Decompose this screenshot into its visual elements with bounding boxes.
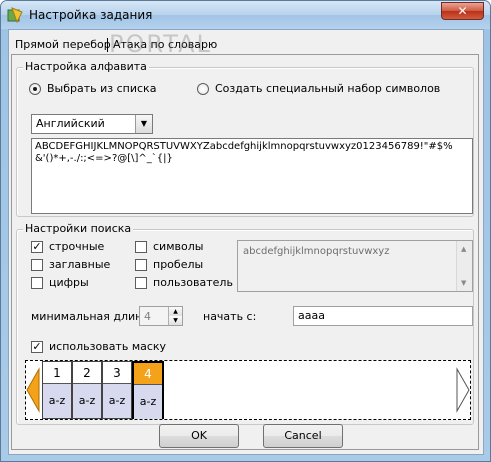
alphabet-group-title: Настройка алфавита: [23, 60, 149, 73]
language-select-value: Английский: [36, 117, 105, 130]
checkbox-symbols[interactable]: символы: [135, 240, 203, 253]
checkbox-box: [135, 258, 147, 271]
checkbox-uppercase[interactable]: заглавные: [31, 258, 110, 271]
min-length-stepper[interactable]: 4 ▲ ▼: [139, 306, 183, 326]
mask-cell[interactable]: 2 a-z: [72, 361, 102, 419]
mask-cell[interactable]: 1 a-z: [42, 361, 72, 419]
checkbox-lowercase[interactable]: ✓ строчные: [31, 240, 104, 253]
window-title: Настройка задания: [29, 8, 153, 22]
tab-dictionary-attack[interactable]: Атака по словарю: [109, 34, 221, 56]
checkbox-box: [31, 258, 43, 271]
checkbox-label: использовать маску: [49, 340, 167, 353]
search-group-title: Настройки поиска: [23, 222, 134, 235]
stepper-down-icon[interactable]: ▼: [169, 316, 182, 325]
chevron-down-icon[interactable]: ▼: [135, 115, 152, 133]
start-from-value: aaaa: [298, 309, 325, 322]
checkbox-user[interactable]: пользователь: [135, 276, 233, 289]
arrow-right-icon[interactable]: [456, 361, 470, 419]
cancel-button[interactable]: Cancel: [263, 424, 343, 448]
language-select[interactable]: Английский ▼: [31, 114, 153, 134]
arrow-left-icon[interactable]: [26, 361, 40, 419]
radio-label: Создать специальный набор символов: [215, 82, 441, 95]
preview-scrollbar[interactable]: ▲ ▼: [456, 241, 472, 291]
tab-divider: [107, 38, 108, 52]
checkbox-use-mask[interactable]: ✓ использовать маску: [31, 340, 166, 353]
alphabet-group: Настройка алфавита Выбрать из списка Соз…: [16, 60, 474, 217]
tab-brute-force[interactable]: Прямой перебор: [11, 34, 115, 56]
checkbox-label: заглавные: [49, 258, 111, 271]
checkbox-label: пользователь: [153, 276, 233, 289]
checkbox-box: [135, 276, 147, 289]
mask-cell-range: a-z: [134, 385, 162, 419]
checkbox-box: [135, 240, 147, 253]
close-button[interactable]: ✕: [441, 2, 484, 20]
radio-custom-charset[interactable]: Создать специальный набор символов: [197, 82, 440, 95]
start-from-label: начать с:: [203, 310, 257, 323]
mask-cell-range: a-z: [103, 384, 131, 418]
mask-cell[interactable]: 3 a-z: [102, 361, 132, 419]
app-icon: [7, 7, 23, 23]
checkbox-box: ✓: [31, 339, 43, 353]
mask-cell-number: 4: [134, 363, 162, 385]
scroll-down-icon[interactable]: ▼: [461, 279, 466, 287]
stepper-up-icon[interactable]: ▲: [169, 307, 182, 316]
checkbox-label: строчные: [49, 240, 105, 253]
scroll-up-icon[interactable]: ▲: [461, 245, 466, 253]
mask-cell-number: 1: [43, 362, 71, 384]
mask-editor: 1 a-z 2 a-z 3 a-z 4 a-z: [25, 360, 471, 420]
checkbox-label: символы: [153, 240, 204, 253]
ok-button[interactable]: OK: [159, 424, 239, 448]
close-icon: ✕: [457, 4, 468, 18]
charset-text: ABCDEFGHIJKLMNOPQRSTUVWXYZabcdefghijklmn…: [35, 141, 453, 164]
min-length-label: минимальная длина:: [31, 310, 153, 323]
checkbox-label: цифры: [49, 276, 89, 289]
search-settings-group: Настройки поиска ✓ строчные заглавные ци…: [16, 222, 474, 425]
radio-label: Выбрать из списка: [47, 82, 157, 95]
checkbox-digits[interactable]: цифры: [31, 276, 89, 289]
dialog-client: Прямой перебор Атака по словарю PORTAL w…: [8, 29, 484, 455]
radio-select-from-list[interactable]: Выбрать из списка: [29, 82, 156, 95]
checkbox-box: ✓: [31, 239, 43, 253]
radio-indicator: [197, 82, 209, 95]
mask-cell-active[interactable]: 4 a-z: [132, 361, 164, 419]
mask-cell-number: 2: [73, 362, 101, 384]
tab-panel: Настройка алфавита Выбрать из списка Соз…: [11, 54, 479, 450]
min-length-value: 4: [144, 310, 151, 323]
mask-cell-number: 3: [103, 362, 131, 384]
radio-indicator: [29, 82, 41, 95]
stepper-buttons: ▲ ▼: [168, 307, 182, 325]
checkbox-box: [31, 276, 43, 289]
dialog-window: Настройка задания ✕ Прямой перебор Атака…: [0, 0, 491, 462]
start-from-input[interactable]: aaaa: [293, 306, 473, 326]
charset-preview-listbox[interactable]: abcdefghijklmnopqrstuvwxyz ▲ ▼: [237, 240, 473, 292]
title-bar[interactable]: Настройка задания ✕: [1, 1, 490, 29]
mask-cell-range: a-z: [43, 384, 71, 418]
checkbox-spaces[interactable]: пробелы: [135, 258, 203, 271]
charset-preview-text: abcdefghijklmnopqrstuvwxyz: [243, 246, 390, 257]
checkbox-label: пробелы: [153, 258, 204, 271]
charset-textarea[interactable]: ABCDEFGHIJKLMNOPQRSTUVWXYZabcdefghijklmn…: [31, 138, 473, 214]
mask-cell-range: a-z: [73, 384, 101, 418]
